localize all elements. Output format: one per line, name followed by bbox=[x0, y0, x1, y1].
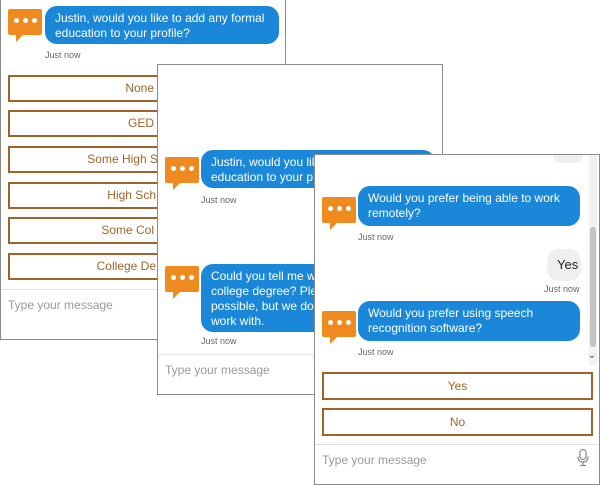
message-input[interactable]: Type your message bbox=[315, 444, 599, 484]
choice-no[interactable]: No bbox=[322, 408, 593, 436]
scrollbar[interactable] bbox=[589, 155, 597, 365]
scrollbar-thumb[interactable] bbox=[590, 227, 596, 347]
user-reply-bubble: Yes bbox=[547, 249, 581, 281]
choice-yes[interactable]: Yes bbox=[322, 372, 593, 400]
chat-avatar-icon bbox=[165, 266, 199, 299]
input-placeholder: Type your message bbox=[322, 453, 427, 467]
bot-message-speech-software: Would you prefer using speech recognitio… bbox=[358, 301, 580, 341]
chat-avatar-icon bbox=[8, 9, 42, 42]
message-timestamp: Just now bbox=[358, 347, 394, 357]
input-placeholder: Type your message bbox=[8, 298, 113, 312]
chat-avatar-icon bbox=[165, 157, 199, 190]
previous-user-bubble bbox=[553, 155, 583, 163]
scroll-down-arrow[interactable]: ⌄ bbox=[587, 350, 597, 361]
message-timestamp: Just now bbox=[45, 50, 81, 60]
microphone-icon[interactable] bbox=[577, 449, 589, 467]
chat-avatar-icon bbox=[322, 311, 356, 344]
chat-panel-3: Would you prefer being able to work remo… bbox=[314, 154, 600, 485]
bot-message-remote-work: Would you prefer being able to work remo… bbox=[358, 186, 580, 226]
chat-avatar-icon bbox=[322, 197, 356, 230]
message-timestamp: Just now bbox=[544, 284, 580, 294]
input-placeholder: Type your message bbox=[165, 363, 270, 377]
message-timestamp: Just now bbox=[201, 195, 237, 205]
bot-message: Justin, would you like to add any formal… bbox=[45, 6, 279, 44]
message-timestamp: Just now bbox=[358, 232, 394, 242]
message-timestamp: Just now bbox=[201, 336, 237, 346]
